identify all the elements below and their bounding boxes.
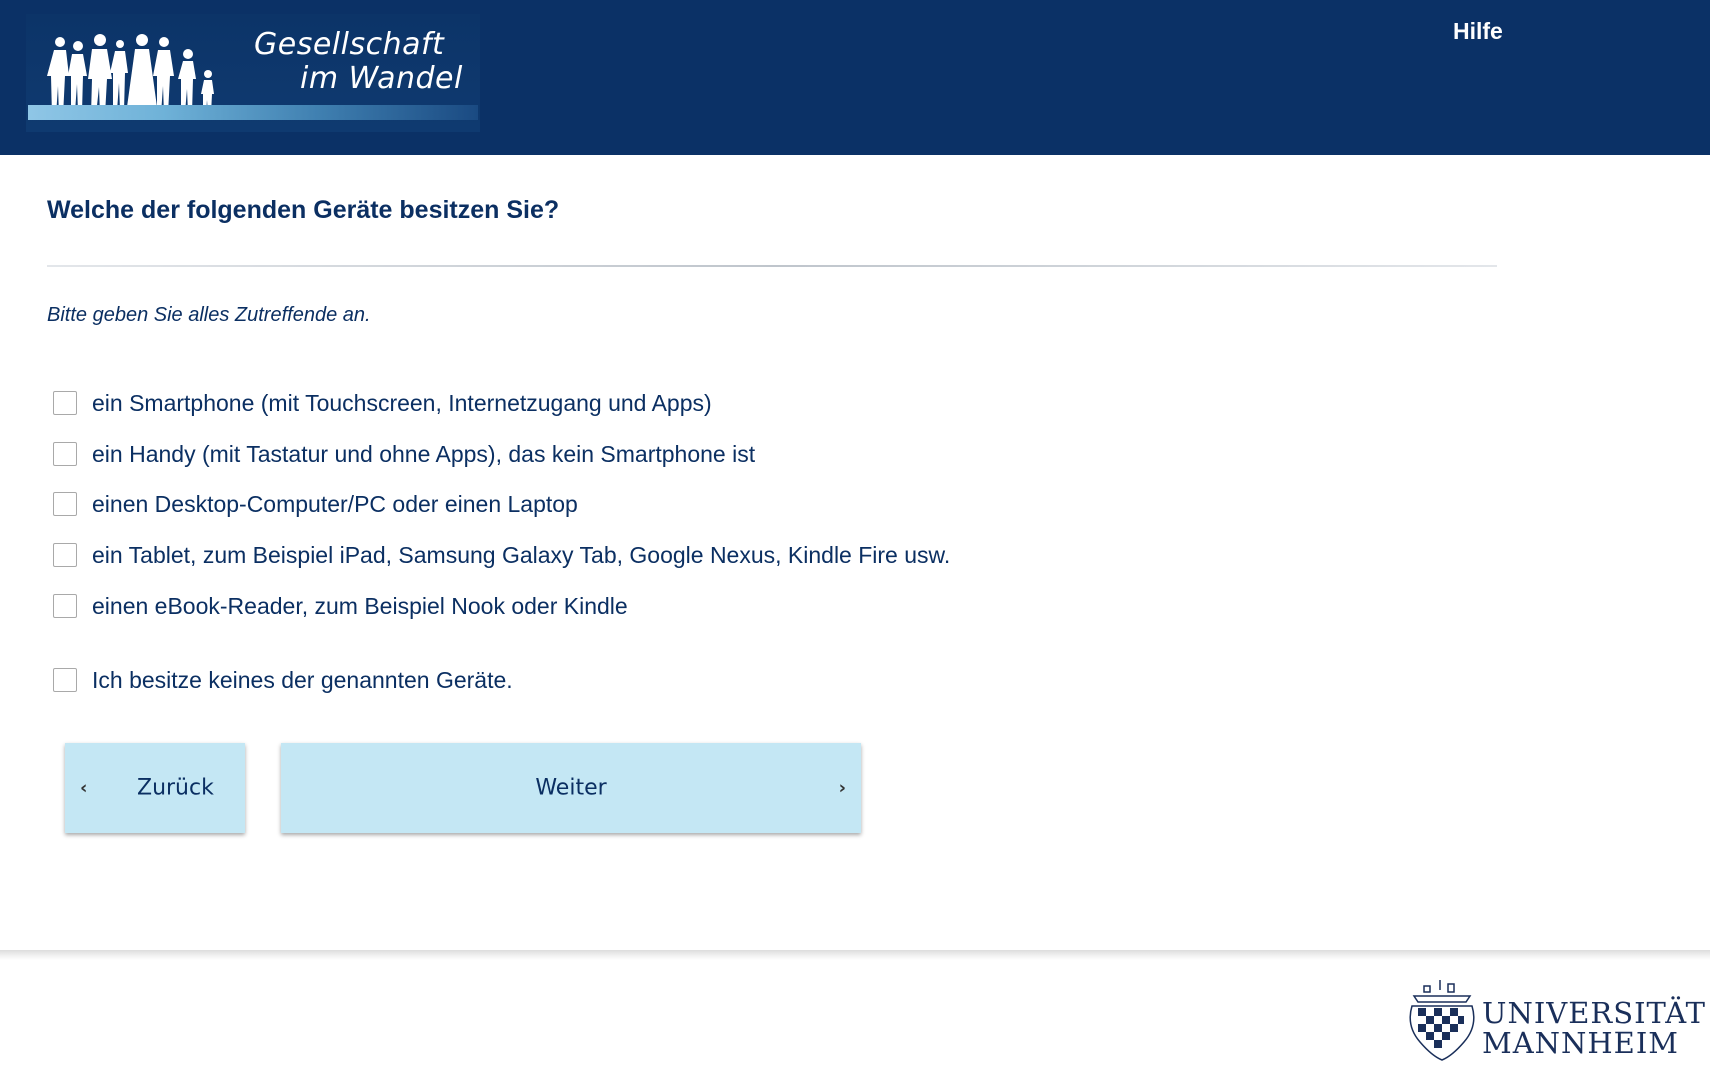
next-button[interactable]: Weiter ›: [281, 743, 861, 833]
option-desktop-laptop[interactable]: einen Desktop-Computer/PC oder einen Lap…: [53, 489, 578, 519]
university-line-1: UNIVERSITÄT: [1482, 996, 1706, 1030]
universitaet-mannheim-logo: UNIVERSITÄT MANNHEIM: [1402, 976, 1705, 1064]
gesellschaft-im-wandel-logo: Gesellschaft im Wandel: [26, 14, 480, 132]
option-ebook-reader[interactable]: einen eBook-Reader, zum Beispiel Nook od…: [53, 591, 628, 621]
option-label: ein Tablet, zum Beispiel iPad, Samsung G…: [92, 541, 951, 568]
logo-band: [28, 105, 478, 120]
footer-separator: [0, 950, 1710, 960]
next-button-label: Weiter: [535, 775, 607, 801]
header-bar: Gesellschaft im Wandel Hilfe: [0, 0, 1710, 155]
back-button[interactable]: ‹ Zurück: [65, 743, 245, 833]
checkbox-tablet[interactable]: [53, 543, 77, 567]
option-label: ein Smartphone (mit Touchscreen, Interne…: [92, 389, 712, 416]
checkbox-desktop-laptop[interactable]: [53, 492, 77, 516]
checkbox-smartphone[interactable]: [53, 391, 77, 415]
option-label: einen eBook-Reader, zum Beispiel Nook od…: [92, 592, 628, 619]
divider: [47, 265, 1497, 267]
logo-line-2: im Wandel: [300, 61, 463, 96]
option-smartphone[interactable]: ein Smartphone (mit Touchscreen, Interne…: [53, 388, 712, 418]
checkbox-handy[interactable]: [53, 442, 77, 466]
option-label: Ich besitze keines der genannten Geräte.: [92, 666, 513, 693]
checkbox-ebook-reader[interactable]: [53, 594, 77, 618]
logo-text: Gesellschaft im Wandel: [236, 28, 476, 96]
university-line-2: MANNHEIM: [1482, 1026, 1679, 1060]
option-handy[interactable]: ein Handy (mit Tastatur und ohne Apps), …: [53, 439, 755, 469]
question-instruction: Bitte geben Sie alles Zutreffende an.: [47, 304, 371, 326]
option-label: ein Handy (mit Tastatur und ohne Apps), …: [92, 440, 756, 467]
university-name: UNIVERSITÄT MANNHEIM: [1482, 998, 1706, 1058]
university-crest-icon: [1409, 980, 1475, 1061]
chevron-left-icon: ‹: [80, 777, 88, 799]
option-none[interactable]: Ich besitze keines der genannten Geräte.: [53, 665, 513, 695]
option-label: einen Desktop-Computer/PC oder einen Lap…: [92, 490, 578, 517]
back-button-label: Zurück: [137, 775, 214, 801]
help-link[interactable]: Hilfe: [1453, 18, 1503, 45]
checkbox-none[interactable]: [53, 668, 77, 692]
chevron-right-icon: ›: [838, 777, 846, 799]
question-title: Welche der folgenden Geräte besitzen Sie…: [47, 196, 560, 224]
logo-line-1: Gesellschaft: [254, 27, 445, 62]
option-tablet[interactable]: ein Tablet, zum Beispiel iPad, Samsung G…: [53, 540, 950, 570]
